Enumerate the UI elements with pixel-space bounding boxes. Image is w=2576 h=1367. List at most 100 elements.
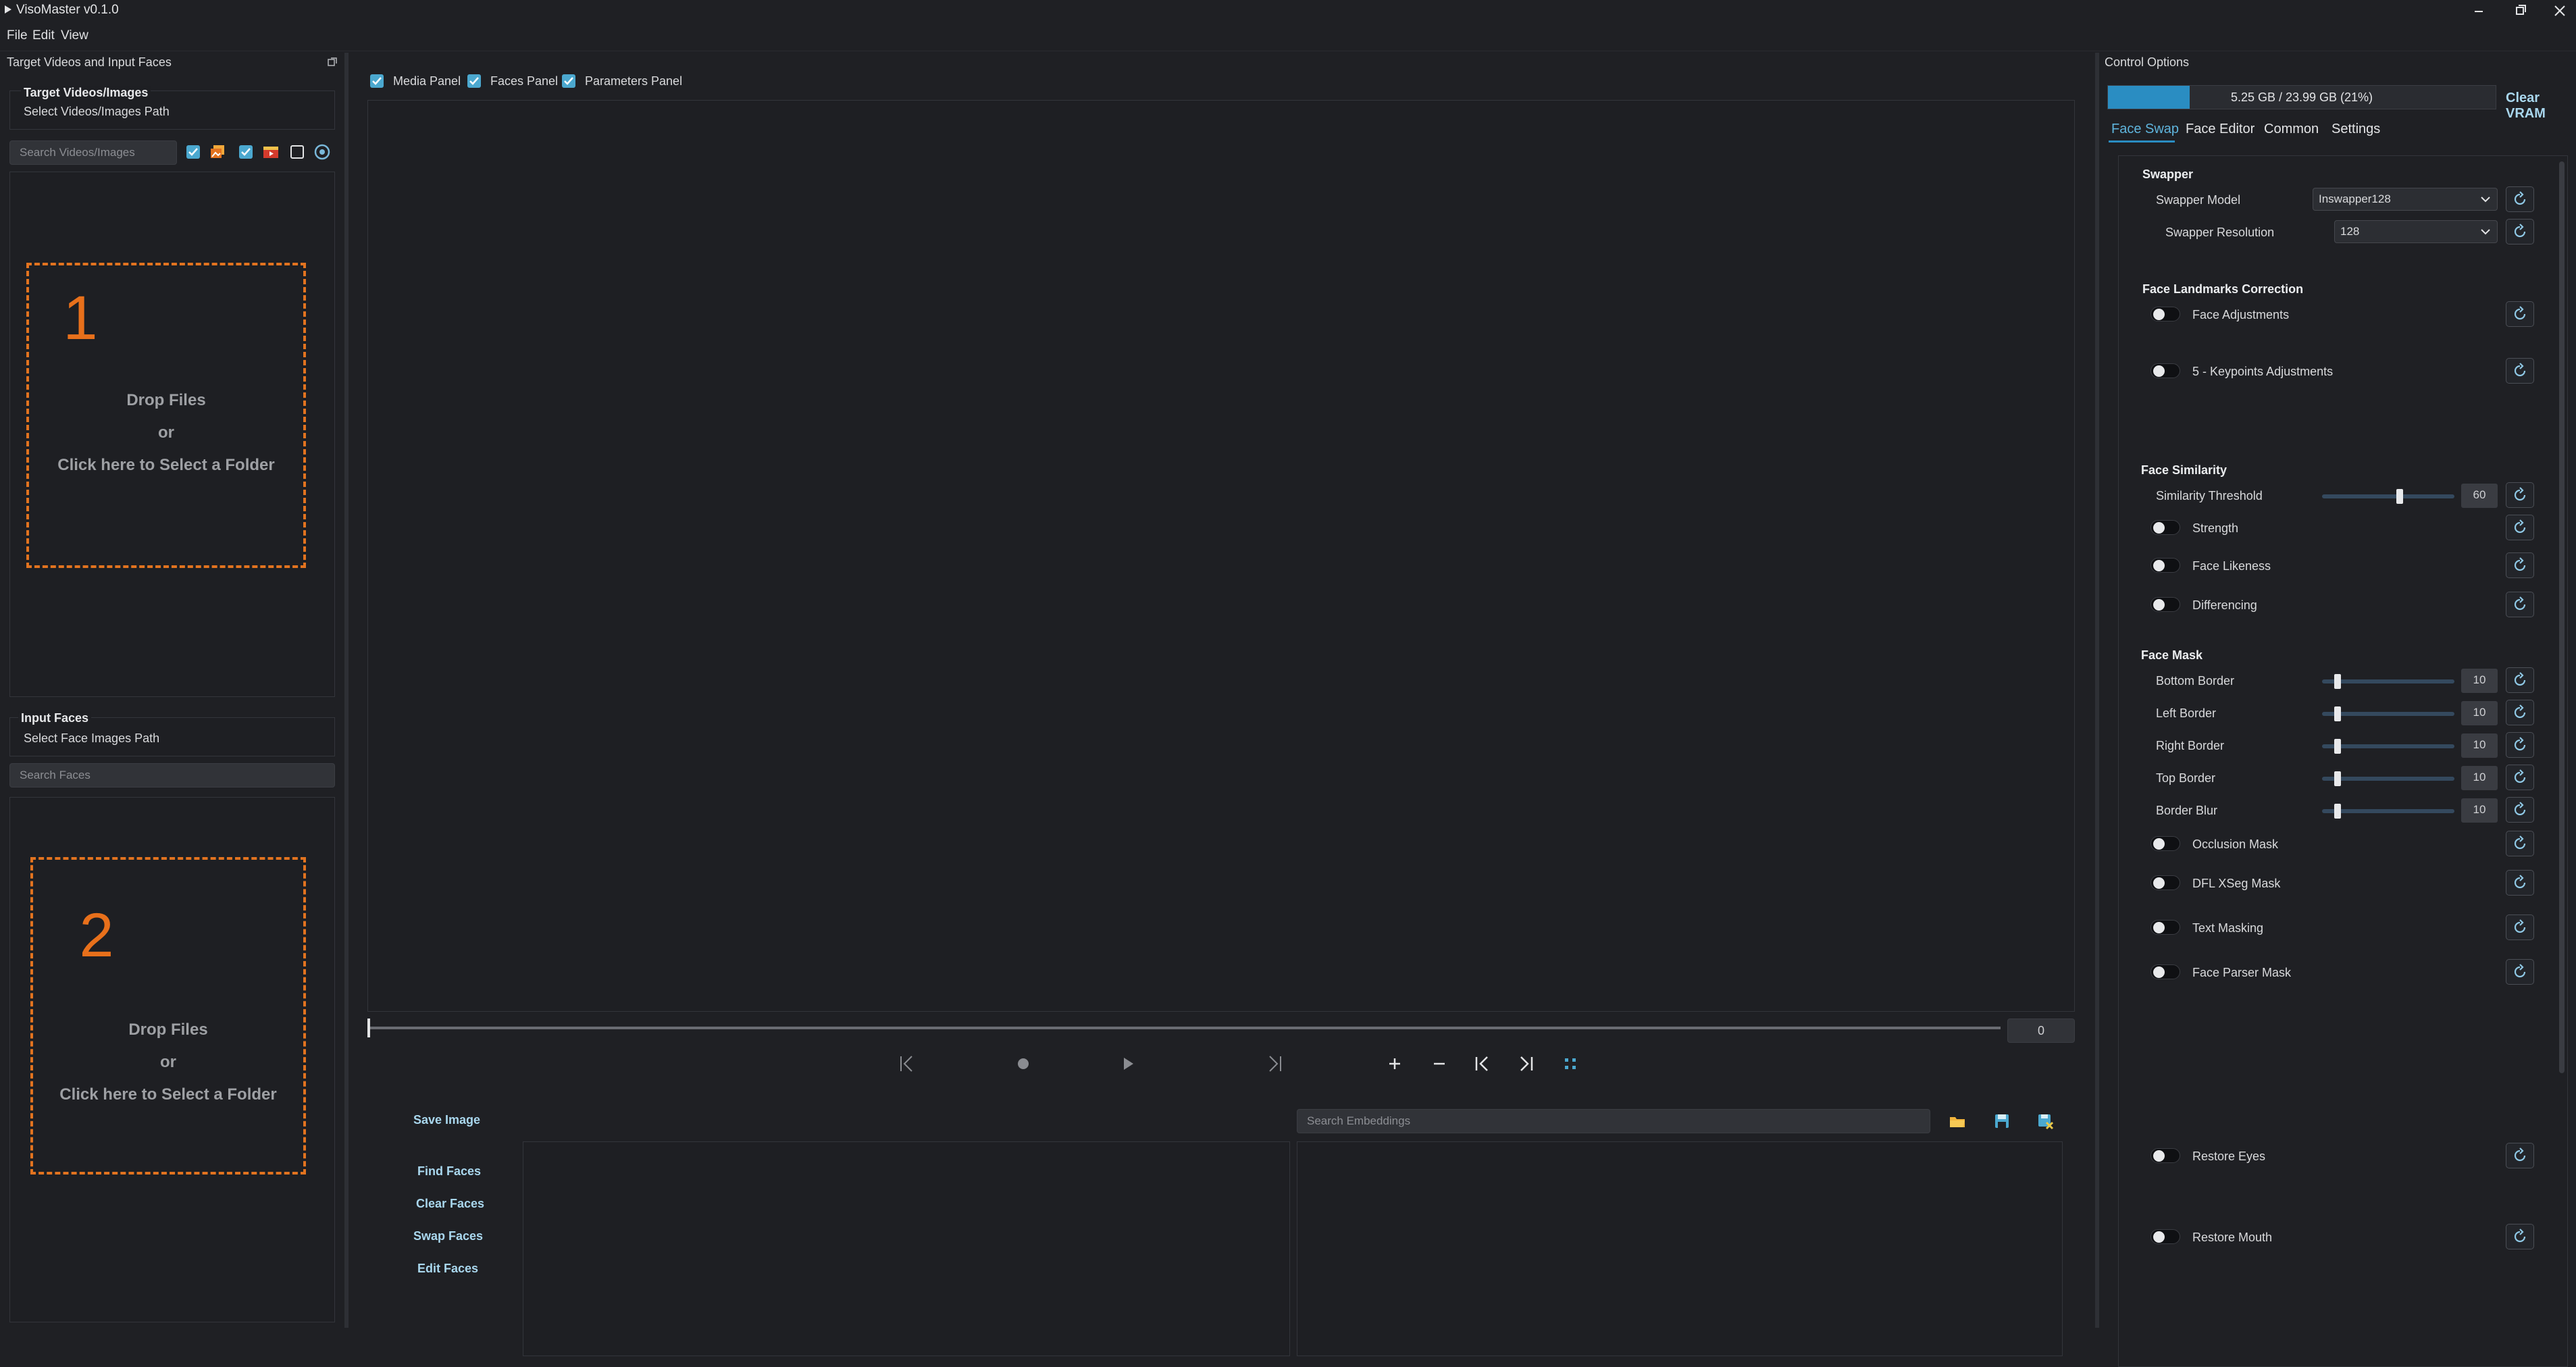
swapper-resolution-reset-button[interactable] [2506,219,2534,244]
top-border-reset-button[interactable] [2506,765,2534,790]
differencing-reset-button[interactable] [2506,592,2534,617]
menu-view[interactable]: View [61,28,88,43]
media-panel-checkbox[interactable] [369,73,385,89]
bottom-border-reset-button[interactable] [2506,667,2534,693]
face-parser-mask-reset-button[interactable] [2506,959,2534,985]
top-border-handle[interactable] [2334,771,2341,786]
previous-marker-button[interactable] [1472,1052,1493,1075]
embeddings-list[interactable] [1297,1141,2063,1356]
search-embeddings-input[interactable]: Search Embeddings [1297,1109,1930,1133]
parameters-scrollbar[interactable] [2559,161,2565,1073]
swapper-resolution-select[interactable]: 128 [2334,220,2498,243]
bottom-border-handle[interactable] [2334,674,2341,689]
face-path-button[interactable]: Select Face Images Path [24,731,159,746]
menu-edit[interactable]: Edit [32,28,55,43]
close-window-button[interactable] [2548,1,2572,20]
timeline-track[interactable] [370,1027,2001,1029]
open-embeddings-icon[interactable] [1948,1112,1967,1131]
dfl-xseg-mask-toggle[interactable] [2150,875,2180,890]
drop-zone-faces[interactable]: 2 Drop Files or Click here to Select a F… [30,857,306,1175]
top-border-slider[interactable] [2322,777,2454,781]
face-adjustments-toggle[interactable] [2150,307,2180,321]
restore-mouth-toggle[interactable] [2150,1229,2180,1244]
input-faces-list[interactable]: 2 Drop Files or Click here to Select a F… [9,797,335,1322]
next-marker-button[interactable] [1516,1052,1536,1075]
border-blur-reset-button[interactable] [2506,797,2534,823]
keypoints-adjustments-reset-button[interactable] [2506,358,2534,384]
parameters-panel-checkbox[interactable] [561,73,577,89]
menu-file[interactable]: File [7,28,28,43]
remove-marker-button[interactable] [1429,1054,1449,1074]
strength-toggle[interactable] [2150,520,2180,535]
face-adjustments-reset-button[interactable] [2506,301,2534,327]
frame-counter[interactable]: 0 [2007,1018,2075,1043]
right-border-handle[interactable] [2334,739,2341,754]
target-path-button[interactable]: Select Videos/Images Path [24,105,170,119]
left-border-slider[interactable] [2322,712,2454,716]
fit-view-button[interactable] [1560,1054,1580,1074]
search-videos-input[interactable]: Search Videos/Images [9,140,177,165]
previous-frame-button[interactable] [897,1052,917,1075]
left-border-handle[interactable] [2334,706,2341,721]
filter-images-checkbox[interactable] [185,144,201,160]
similarity-threshold-handle[interactable] [2396,489,2403,504]
next-frame-button[interactable] [1264,1052,1285,1075]
dfl-xseg-mask-reset-button[interactable] [2506,870,2534,896]
border-blur-handle[interactable] [2334,804,2341,819]
restore-mouth-reset-button[interactable] [2506,1224,2534,1249]
drop-zone-targets[interactable]: 1 Drop Files or Click here to Select a F… [26,263,306,568]
restore-eyes-reset-button[interactable] [2506,1143,2534,1168]
top-border-value[interactable]: 10 [2461,766,2498,790]
similarity-threshold-slider[interactable] [2322,494,2454,498]
keypoints-adjustments-toggle[interactable] [2150,363,2180,378]
similarity-threshold-value[interactable]: 60 [2461,484,2498,508]
minimize-button[interactable] [2467,1,2491,20]
right-border-value[interactable]: 10 [2461,733,2498,758]
add-marker-button[interactable] [1385,1054,1405,1074]
bottom-border-value[interactable]: 10 [2461,669,2498,693]
find-faces-button[interactable]: Find Faces [417,1164,481,1179]
border-blur-slider[interactable] [2322,809,2454,813]
similarity-threshold-reset-button[interactable] [2506,482,2534,508]
undock-icon[interactable] [327,57,338,68]
record-button[interactable] [1014,1055,1032,1073]
filter-videos-checkbox[interactable] [238,144,254,160]
occlusion-mask-reset-button[interactable] [2506,831,2534,856]
timeline-handle[interactable] [367,1018,370,1037]
face-parser-mask-toggle[interactable] [2150,964,2180,979]
target-faces-list[interactable] [523,1141,1290,1356]
left-splitter[interactable] [344,53,349,1328]
right-border-slider[interactable] [2322,744,2454,748]
strength-reset-button[interactable] [2506,515,2534,540]
right-border-reset-button[interactable] [2506,732,2534,758]
differencing-toggle[interactable] [2150,597,2180,612]
text-masking-toggle[interactable] [2150,920,2180,935]
swapper-model-select[interactable]: Inswapper128 [2313,188,2498,211]
swap-faces-button[interactable]: Swap Faces [413,1229,483,1243]
save-embeddings-as-icon[interactable] [2036,1112,2055,1131]
face-likeness-toggle[interactable] [2150,558,2180,573]
clear-vram-button[interactable]: Clear VRAM [2506,91,2576,122]
video-viewer[interactable] [367,100,2075,1012]
save-embeddings-icon[interactable] [1992,1112,2011,1131]
save-image-button[interactable]: Save Image [413,1113,480,1127]
restore-eyes-toggle[interactable] [2150,1148,2180,1163]
play-button[interactable] [1118,1054,1137,1074]
filter-webcam-checkbox[interactable] [289,144,305,160]
face-likeness-reset-button[interactable] [2506,552,2534,578]
edit-faces-button[interactable]: Edit Faces [417,1262,478,1276]
right-splitter[interactable] [2095,53,2099,1328]
left-border-value[interactable]: 10 [2461,701,2498,725]
tab-settings[interactable]: Settings [2332,122,2380,137]
swapper-model-reset-button[interactable] [2506,186,2534,212]
faces-panel-checkbox[interactable] [466,73,482,89]
tab-face-editor[interactable]: Face Editor [2186,122,2255,137]
text-masking-reset-button[interactable] [2506,914,2534,940]
tab-common[interactable]: Common [2264,122,2319,137]
border-blur-value[interactable]: 10 [2461,798,2498,823]
search-faces-input[interactable]: Search Faces [9,763,335,788]
tab-face-swap[interactable]: Face Swap [2111,122,2179,137]
bottom-border-slider[interactable] [2322,679,2454,684]
left-border-reset-button[interactable] [2506,700,2534,725]
occlusion-mask-toggle[interactable] [2150,836,2180,851]
